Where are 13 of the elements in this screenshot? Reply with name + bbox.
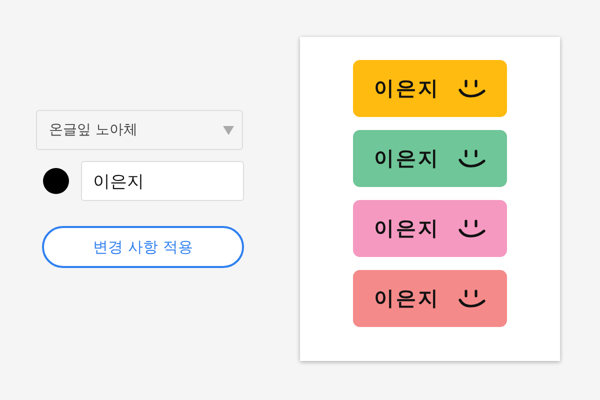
caret-icon bbox=[223, 126, 234, 134]
smiley-icon bbox=[458, 288, 486, 308]
font-dropdown[interactable]: 온글잎 노아체 bbox=[36, 110, 243, 150]
apply-button[interactable]: 변경 사항 적용 bbox=[42, 226, 244, 268]
name-field[interactable]: 이은지 bbox=[81, 161, 244, 201]
sticker-name: 이은지 bbox=[374, 215, 440, 242]
smiley-icon bbox=[458, 218, 486, 238]
sticker-name: 이은지 bbox=[374, 145, 440, 172]
smiley-icon bbox=[458, 78, 486, 98]
sticker-name: 이은지 bbox=[374, 285, 440, 312]
sticker-name: 이은지 bbox=[374, 75, 440, 102]
color-swatch[interactable] bbox=[43, 168, 69, 194]
smiley-icon bbox=[458, 148, 486, 168]
